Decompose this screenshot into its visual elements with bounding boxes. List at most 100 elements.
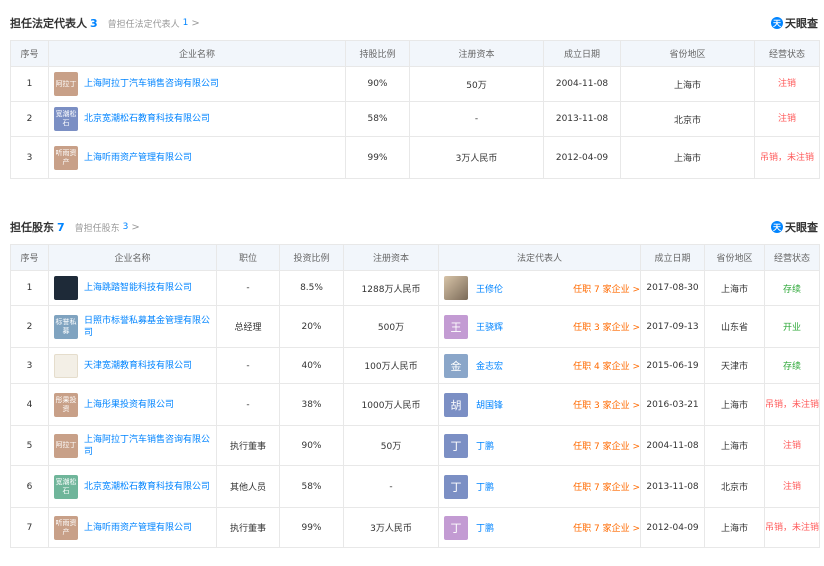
- row-number: 4: [10, 383, 49, 426]
- company-wrap: 宽潮松石 北京宽潮松石教育科技有限公司: [54, 474, 216, 499]
- legal-rep-name-link[interactable]: 王骁辉: [476, 320, 573, 333]
- status-badge: 存续: [782, 362, 801, 372]
- related-companies-link[interactable]: 任职 7 家企业 >: [573, 439, 639, 452]
- former-shareholder-count[interactable]: 3: [123, 222, 129, 232]
- table-row[interactable]: 2 标誉私募 日照市标誉私募基金管理有限公司 总经理 20% 500万王王骁辉 任职 3 家…: [10, 305, 820, 348]
- company-logo[interactable]: 阿拉丁: [54, 72, 78, 96]
- chevron-right-icon[interactable]: >: [191, 18, 199, 29]
- company-logo[interactable]: 阿拉丁: [54, 433, 78, 458]
- company-logo[interactable]: 宽潮松石: [54, 107, 78, 131]
- legal-rep-name-link[interactable]: 王修伦: [476, 282, 573, 295]
- legal-rep-name-link[interactable]: 丁鹏: [476, 480, 573, 493]
- company-name-link[interactable]: 上海阿拉丁汽车销售咨询有限公司: [84, 78, 219, 90]
- registered-capital: 100万人民币: [343, 347, 439, 384]
- col-header: 注册资本: [409, 40, 544, 67]
- legal-rep-cell: 胡胡国锋 任职 3 家企业 >: [438, 383, 641, 426]
- company-name-link[interactable]: 北京宽潮松石教育科技有限公司: [84, 113, 210, 125]
- established-date: 2017-09-13: [640, 305, 705, 348]
- company-cell: 天津宽潮教育科技有限公司: [48, 347, 217, 384]
- avatar[interactable]: 丁: [444, 433, 468, 458]
- status-badge: 注销: [782, 481, 801, 492]
- related-companies-link[interactable]: 任职 3 家企业 >: [573, 398, 639, 411]
- table-row[interactable]: 2 宽潮松石 北京宽潮松石教育科技有限公司 58% -2013-11-08 北京市 注销: [10, 101, 820, 137]
- status-badge: 注销: [782, 440, 801, 451]
- company-name-link[interactable]: 上海跳踏智能科技有限公司: [84, 282, 192, 294]
- row-number: 2: [10, 101, 49, 137]
- investment-ratio: 40%: [279, 347, 344, 384]
- avatar[interactable]: 丁: [444, 515, 468, 540]
- company-logo[interactable]: 彤果投资: [54, 392, 78, 417]
- col-header: 成立日期: [640, 244, 705, 271]
- company-name-link[interactable]: 天津宽潮教育科技有限公司: [84, 360, 192, 372]
- legal-rep-name-link[interactable]: 胡国锋: [476, 398, 573, 411]
- company-name-link[interactable]: 北京宽潮松石教育科技有限公司: [84, 481, 210, 493]
- col-header: 经营状态: [754, 40, 820, 67]
- legal-rep-cell: 王修伦 任职 7 家企业 >: [438, 270, 641, 306]
- legal-rep-name-link[interactable]: 丁鹏: [476, 439, 573, 452]
- col-header: 序号: [10, 40, 49, 67]
- company-cell: 宽潮松石 北京宽潮松石教育科技有限公司: [48, 101, 346, 137]
- company-wrap: 宽潮松石 北京宽潮松石教育科技有限公司: [54, 107, 345, 131]
- table-row[interactable]: 5 阿拉丁 上海阿拉丁汽车销售咨询有限公司 执行董事 90% 50万丁丁鹏 任职 7 家企业…: [10, 425, 820, 466]
- region: 上海市: [704, 383, 765, 426]
- company-cell: 听雨资产 上海听雨资产管理有限公司: [48, 136, 346, 179]
- legal-rep-cell: 丁丁鹏 任职 7 家企业 >: [438, 507, 641, 548]
- registered-capital: -: [343, 465, 439, 508]
- col-header: 注册资本: [343, 244, 439, 271]
- table-row[interactable]: 3 听雨资产 上海听雨资产管理有限公司 99% 3万人民币 2012-04-09 上海市 吊销…: [10, 136, 820, 179]
- company-name-link[interactable]: 上海听雨资产管理有限公司: [84, 152, 192, 164]
- related-companies-link[interactable]: 任职 3 家企业 >: [573, 320, 639, 333]
- row-number: 3: [10, 347, 49, 384]
- table-row[interactable]: 4 彤果投资 上海彤果投资有限公司 -38% 1000万人民币胡胡国锋 任职 3 家企业 …: [10, 383, 820, 426]
- registered-capital: 1288万人民币: [343, 270, 439, 306]
- table-row[interactable]: 1 上海跳踏智能科技有限公司 -8.5% 1288万人民币 王修伦 任职 7 家企业 >2…: [10, 270, 820, 306]
- col-header: 企业名称: [48, 40, 346, 67]
- status-cell: 注销: [764, 425, 820, 466]
- avatar[interactable]: 丁: [444, 474, 468, 499]
- col-header: 成立日期: [543, 40, 621, 67]
- company-logo[interactable]: [54, 353, 78, 378]
- former-shareholder-link[interactable]: 曾担任股东: [75, 221, 120, 234]
- registered-capital: 50万: [409, 66, 544, 102]
- company-name-link[interactable]: 日照市标誉私募基金管理有限公司: [84, 315, 216, 339]
- company-logo[interactable]: [54, 276, 78, 300]
- company-wrap: 彤果投资 上海彤果投资有限公司: [54, 392, 216, 417]
- company-logo[interactable]: 宽潮松石: [54, 474, 78, 499]
- company-cell: 宽潮松石 北京宽潮松石教育科技有限公司: [48, 465, 217, 508]
- section-header-shareholder: 担任股东 7 曾担任股东 3 >: [10, 218, 140, 236]
- related-companies-link[interactable]: 任职 7 家企业 >: [573, 521, 639, 534]
- avatar[interactable]: 金: [444, 353, 468, 378]
- avatar[interactable]: 胡: [444, 392, 468, 417]
- legal-rep-table: 序号 企业名称 持股比例 注册资本 成立日期 省份地区 经营状态 1 阿拉丁 上海阿…: [10, 40, 820, 179]
- legal-rep-name-link[interactable]: 金志宏: [476, 359, 573, 372]
- col-header: 序号: [10, 244, 49, 271]
- related-companies-link[interactable]: 任职 7 家企业 >: [573, 480, 639, 493]
- company-wrap: 阿拉丁 上海阿拉丁汽车销售咨询有限公司: [54, 72, 345, 96]
- company-name-link[interactable]: 上海阿拉丁汽车销售咨询有限公司: [84, 434, 216, 458]
- company-logo[interactable]: 听雨资产: [54, 145, 78, 170]
- company-logo[interactable]: 标誉私募: [54, 314, 78, 339]
- row-number: 7: [10, 507, 49, 548]
- former-legal-rep-count[interactable]: 1: [183, 18, 189, 28]
- avatar[interactable]: 王: [444, 314, 468, 339]
- table-row[interactable]: 1 阿拉丁 上海阿拉丁汽车销售咨询有限公司 90% 50万 2004-11-08 上海市 注销: [10, 66, 820, 102]
- position: 执行董事: [216, 425, 280, 466]
- table-row[interactable]: 7 听雨资产 上海听雨资产管理有限公司 执行董事 99% 3万人民币丁丁鹏 任职 7 家企业…: [10, 507, 820, 548]
- legal-rep-name-link[interactable]: 丁鹏: [476, 521, 573, 534]
- chevron-right-icon[interactable]: >: [131, 222, 139, 233]
- established-date: 2012-04-09: [640, 507, 705, 548]
- avatar[interactable]: [444, 276, 468, 300]
- table-row[interactable]: 3 天津宽潮教育科技有限公司 -40% 100万人民币金金志宏 任职 4 家企业 >20…: [10, 347, 820, 384]
- former-legal-rep-link[interactable]: 曾担任法定代表人: [108, 17, 180, 30]
- investment-ratio: 20%: [279, 305, 344, 348]
- status-badge: 吊销，未注销: [765, 522, 820, 533]
- region: 上海市: [704, 270, 765, 306]
- related-companies-link[interactable]: 任职 4 家企业 >: [573, 359, 639, 372]
- company-logo[interactable]: 听雨资产: [54, 515, 78, 540]
- table-row[interactable]: 6 宽潮松石 北京宽潮松石教育科技有限公司 其他人员 58% - 丁丁鹏 任职 7 家企业 >…: [10, 465, 820, 508]
- company-name-link[interactable]: 上海听雨资产管理有限公司: [84, 522, 192, 534]
- related-companies-link[interactable]: 任职 7 家企业 >: [573, 282, 639, 295]
- status-cell: 吊销，未注销: [764, 507, 820, 548]
- company-name-link[interactable]: 上海彤果投资有限公司: [84, 399, 174, 411]
- tianyancha-logo: 天 天眼查: [771, 218, 818, 236]
